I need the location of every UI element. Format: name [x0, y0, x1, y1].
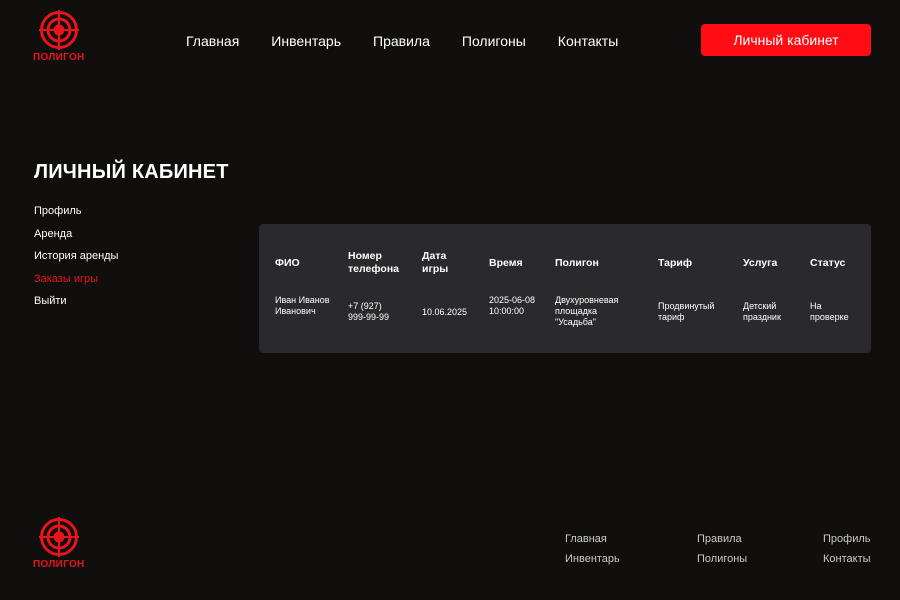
- side-menu: Профиль Аренда История аренды Заказы игр…: [34, 205, 118, 318]
- nav-link-contacts[interactable]: Контакты: [558, 32, 618, 50]
- footer-link-profile[interactable]: Профиль: [823, 533, 871, 546]
- header-time: Время: [489, 257, 523, 269]
- cell-polygon: Двухуровневая площадка "Усадьба": [555, 295, 619, 327]
- header-service: Услуга: [743, 257, 778, 269]
- cell-date: 10.06.2025: [422, 307, 468, 317]
- main-nav: Главная Инвентарь Правила Полигоны Конта…: [186, 32, 618, 50]
- header-logo[interactable]: ПОЛИГОН: [33, 10, 85, 63]
- nav-link-inventory[interactable]: Инвентарь: [271, 32, 341, 50]
- header-tariff: Тариф: [658, 257, 693, 269]
- target-icon: [38, 517, 79, 557]
- cell-fio: Иван Иванов Иванович: [275, 295, 330, 316]
- cell-time: 2025-06-08 10:00:00: [489, 295, 536, 316]
- page-title: ЛИЧНЫЙ КАБИНЕТ: [34, 161, 229, 183]
- logo-text: ПОЛИГОН: [33, 559, 85, 570]
- footer-logo[interactable]: ПОЛИГОН: [33, 517, 85, 570]
- side-menu-game-orders[interactable]: Заказы игры: [34, 273, 118, 296]
- footer-link-rules[interactable]: Правила: [697, 533, 742, 546]
- nav-link-polygons[interactable]: Полигоны: [462, 32, 526, 50]
- logo-text: ПОЛИГОН: [33, 52, 85, 63]
- header-status: Статус: [810, 257, 846, 269]
- side-menu-logout[interactable]: Выйти: [34, 295, 118, 318]
- cell-tariff: Продвинутый тариф: [658, 301, 715, 322]
- target-icon: [38, 10, 79, 50]
- page: ПОЛИГОН Главная Инвентарь Правила Полиго…: [0, 0, 900, 600]
- orders-table: ФИО Номер телефона Дата игры Время Полиг…: [259, 224, 871, 353]
- cell-phone: +7 (927) 999-99-99: [348, 301, 390, 322]
- cell-status: На проверке: [810, 301, 849, 322]
- header-date: Дата игры: [422, 250, 449, 275]
- side-menu-rent-history[interactable]: История аренды: [34, 250, 118, 273]
- side-menu-profile[interactable]: Профиль: [34, 205, 118, 228]
- cell-service: Детский праздник: [743, 301, 781, 322]
- side-menu-rent[interactable]: Аренда: [34, 228, 118, 251]
- nav-link-rules[interactable]: Правила: [373, 32, 430, 50]
- footer-link-home[interactable]: Главная: [565, 533, 607, 546]
- nav-link-home[interactable]: Главная: [186, 32, 239, 50]
- header-fio: ФИО: [275, 257, 300, 269]
- personal-cabinet-button[interactable]: Личный кабинет: [701, 24, 871, 56]
- footer-link-inventory[interactable]: Инвентарь: [565, 553, 620, 566]
- header-polygon: Полигон: [555, 257, 599, 269]
- header-phone: Номер телефона: [348, 250, 399, 275]
- footer-link-polygons[interactable]: Полигоны: [697, 553, 747, 566]
- footer-link-contacts[interactable]: Контакты: [823, 553, 871, 566]
